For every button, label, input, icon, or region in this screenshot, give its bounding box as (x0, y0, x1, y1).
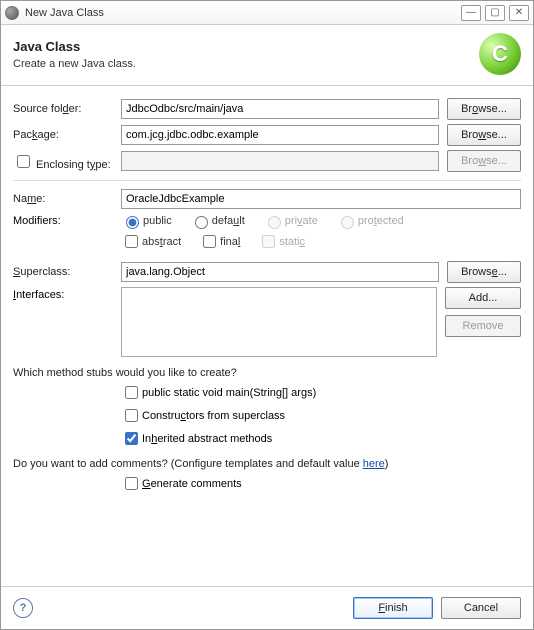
name-label: Name: (13, 193, 121, 205)
comments-question: Do you want to add comments? (Configure … (13, 458, 521, 470)
header-subtitle: Create a new Java class. (13, 58, 136, 70)
generate-comments[interactable]: Generate comments (121, 474, 521, 493)
minimize-button[interactable]: — (461, 5, 481, 21)
modifier-public[interactable]: public (121, 213, 172, 229)
modifier-static: static (258, 232, 305, 251)
enclosing-type-checkbox[interactable] (17, 155, 30, 168)
footer: ? Finish Cancel (1, 586, 533, 629)
package-browse-button[interactable]: Browse... (447, 124, 521, 146)
stub-constructors[interactable]: Constructors from superclass (121, 406, 521, 425)
enclosing-type-browse-button: Browse... (447, 150, 521, 172)
source-folder-input[interactable] (121, 99, 439, 119)
modifiers-label: Modifiers: (13, 215, 121, 227)
titlebar: New Java Class — ▢ ✕ (1, 1, 533, 25)
name-input[interactable] (121, 189, 521, 209)
separator (13, 180, 521, 181)
header-title: Java Class (13, 39, 136, 54)
interfaces-listbox[interactable] (121, 287, 437, 357)
dialog-header: Java Class Create a new Java class. C (1, 25, 533, 86)
eclipse-icon (5, 6, 19, 20)
modifier-abstract[interactable]: abstract (121, 232, 181, 251)
class-badge-icon: C (479, 33, 521, 75)
modifier-protected: protected (336, 213, 404, 229)
help-icon[interactable]: ? (13, 598, 33, 618)
finish-button[interactable]: Finish (353, 597, 433, 619)
interfaces-remove-button: Remove (445, 315, 521, 337)
superclass-label: Superclass: (13, 266, 121, 278)
close-button[interactable]: ✕ (509, 5, 529, 21)
source-folder-label: Source folder: (13, 103, 121, 115)
here-link[interactable]: here (363, 458, 385, 470)
superclass-browse-button[interactable]: Browse... (447, 261, 521, 283)
modifier-private: private (263, 213, 318, 229)
maximize-button[interactable]: ▢ (485, 5, 505, 21)
source-folder-browse-button[interactable]: Browse... (447, 98, 521, 120)
cancel-button[interactable]: Cancel (441, 597, 521, 619)
modifier-default[interactable]: default (190, 213, 245, 229)
interfaces-add-button[interactable]: Add... (445, 287, 521, 309)
stub-inherited[interactable]: Inherited abstract methods (121, 429, 521, 448)
window-title: New Java Class (25, 7, 457, 19)
stub-main[interactable]: public static void main(String[] args) (121, 383, 521, 402)
superclass-input[interactable] (121, 262, 439, 282)
content-area: Source folder: Browse... Package: Browse… (1, 86, 533, 586)
interfaces-label: Interfaces: (13, 287, 121, 301)
enclosing-type-label[interactable]: Enclosing type: (13, 152, 121, 171)
stubs-question: Which method stubs would you like to cre… (13, 367, 521, 379)
modifier-final[interactable]: final (199, 232, 240, 251)
package-input[interactable] (121, 125, 439, 145)
enclosing-type-input (121, 151, 439, 171)
package-label: Package: (13, 129, 121, 141)
